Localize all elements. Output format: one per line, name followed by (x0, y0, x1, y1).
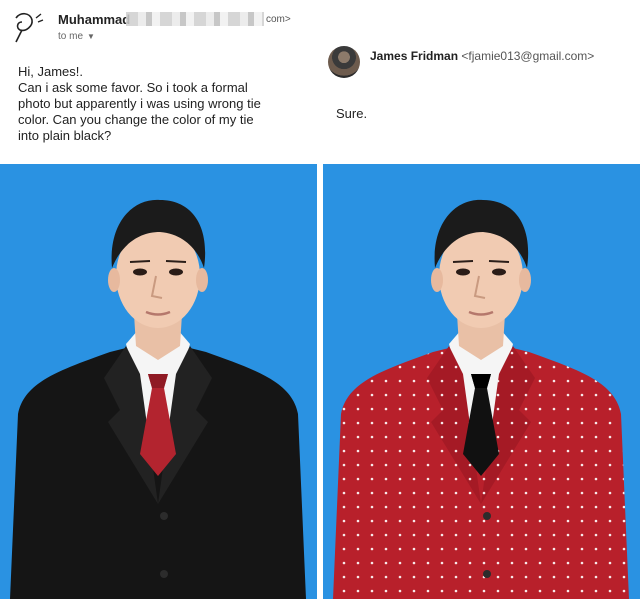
body-line: color. Can you change the color of my ti… (18, 112, 254, 127)
sender-name: Muhammad (58, 12, 131, 27)
feather-logo-icon (15, 12, 44, 43)
sender-email-domain: com> (266, 14, 291, 25)
portrait-original (0, 164, 317, 599)
body-line: Can i ask some favor. So i took a formal (18, 80, 248, 95)
reply-text: Sure. (336, 106, 368, 121)
reply-sender-name: James Fridman (370, 49, 459, 63)
original-photo (0, 164, 317, 599)
reply-email: James Fridman <fjamie013@gmail.com> Sure… (320, 0, 640, 162)
greeting: Hi, James!. (18, 64, 84, 79)
edited-photo (323, 164, 640, 599)
original-email: Muhammad com> to me ▼ Hi, James!. Can i a… (0, 0, 320, 162)
body-line: into plain black? (18, 128, 112, 143)
recipient-label: to me (58, 31, 84, 42)
reply-sender: James Fridman <fjamie013@gmail.com> (370, 49, 594, 63)
chevron-down-icon[interactable]: ▼ (87, 32, 95, 41)
portrait-edited (323, 164, 640, 599)
reply-sender-email: <fjamie013@gmail.com> (461, 49, 595, 63)
body-line: photo but apparently i was using wrong t… (18, 96, 261, 111)
redacted-email-address (126, 12, 264, 26)
recipient-dropdown[interactable]: to me ▼ (58, 31, 95, 42)
email-body: Hi, James!. Can i ask some favor. So i t… (18, 64, 318, 144)
avatar (328, 46, 360, 78)
